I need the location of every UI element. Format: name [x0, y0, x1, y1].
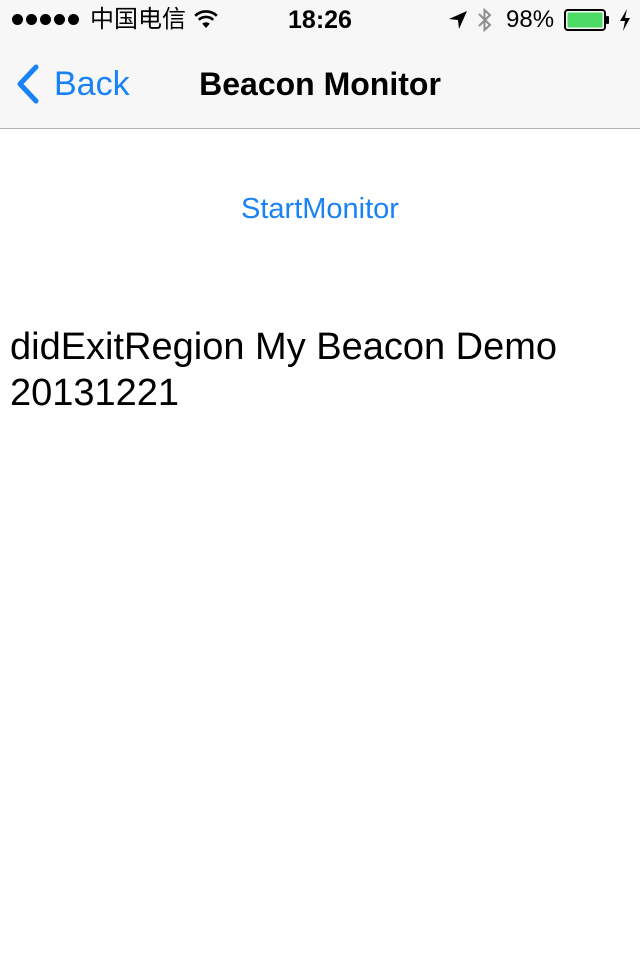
charging-bolt-icon	[620, 9, 630, 31]
navigation-bar: Back Beacon Monitor	[0, 40, 640, 129]
bluetooth-icon	[478, 7, 492, 33]
status-bar: 中国电信 18:26 98%	[0, 0, 640, 40]
start-monitor-button[interactable]: StartMonitor	[180, 186, 460, 232]
region-status-label: didExitRegion My Beacon Demo 20131221	[10, 326, 558, 414]
battery-icon	[564, 9, 609, 31]
page-title: Beacon Monitor	[199, 66, 441, 102]
battery-percentage: 98%	[506, 6, 555, 33]
location-arrow-icon	[449, 11, 467, 29]
